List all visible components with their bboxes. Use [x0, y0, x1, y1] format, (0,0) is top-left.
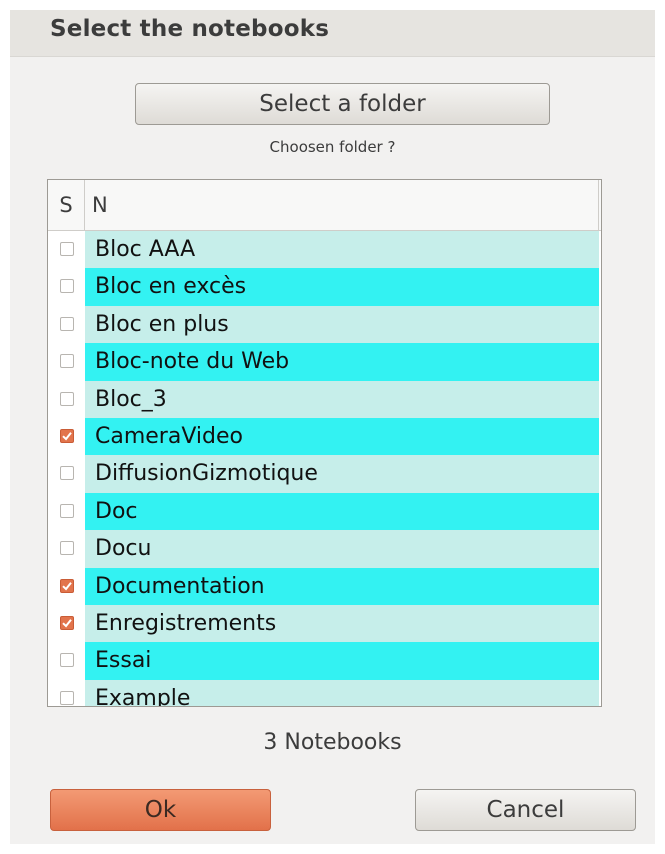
notebook-name: Bloc AAA — [95, 237, 196, 262]
notebook-list[interactable]: S N Bloc AAA Bloc en excès Bloc en plus Blo… — [47, 179, 602, 707]
notebook-name-cell[interactable]: Bloc en excès — [85, 268, 599, 306]
select-checkbox[interactable] — [60, 354, 74, 369]
ok-button[interactable]: Ok — [50, 789, 271, 831]
notebook-name: Doc — [95, 498, 138, 524]
notebook-name: Bloc en plus — [95, 311, 229, 337]
notebook-name: Enregistrements — [95, 610, 277, 636]
notebook-name: Essai — [95, 648, 152, 674]
notebook-name-cell[interactable]: Essai — [85, 642, 599, 680]
notebook-name: Bloc_3 — [95, 386, 167, 412]
list-item[interactable]: Docu — [48, 530, 601, 568]
notebook-name: Documentation — [95, 573, 265, 599]
notebook-name: Docu — [95, 536, 152, 562]
select-checkbox[interactable] — [60, 316, 74, 331]
notebook-count: 3 Notebooks — [263, 730, 402, 755]
cancel-button[interactable]: Cancel — [415, 789, 636, 831]
header-divider — [598, 180, 599, 230]
notebook-name: CameraVideo — [95, 423, 243, 449]
list-item[interactable]: Bloc en plus — [48, 305, 601, 344]
checkmark-icon — [62, 581, 72, 590]
select-checkbox[interactable] — [60, 428, 74, 443]
list-item[interactable]: Example — [48, 679, 601, 707]
list-header: S N — [48, 180, 601, 231]
list-item[interactable]: Doc — [48, 492, 601, 531]
notebook-name-cell[interactable]: Bloc AAA — [85, 231, 599, 269]
list-item[interactable]: Enregistrements — [48, 604, 601, 643]
list-item[interactable]: Bloc en excès — [48, 268, 601, 306]
notebook-name-cell[interactable]: Bloc-note du Web — [85, 343, 599, 381]
select-checkbox[interactable] — [60, 690, 74, 705]
list-item[interactable]: CameraVideo — [48, 417, 601, 456]
list-item[interactable]: Bloc-note du Web — [48, 343, 601, 381]
notebook-name: Example — [95, 685, 191, 707]
select-checkbox[interactable] — [60, 503, 74, 518]
list-item[interactable]: DiffusionGizmotique — [48, 455, 601, 493]
notebook-name-cell[interactable]: Docu — [85, 530, 599, 568]
select-folder-button[interactable]: Select a folder — [135, 83, 550, 125]
scrollbar-indicator[interactable] — [601, 303, 602, 358]
list-item[interactable]: Documentation — [48, 567, 601, 605]
chosen-folder-label: Choosen folder ? — [269, 138, 396, 156]
notebook-name-cell[interactable]: Example — [85, 679, 599, 707]
notebook-name-cell[interactable]: DiffusionGizmotique — [85, 455, 599, 493]
notebook-name: Bloc-note du Web — [95, 349, 290, 375]
select-checkbox[interactable] — [60, 578, 74, 593]
column-header-name[interactable]: N — [92, 180, 562, 230]
select-checkbox[interactable] — [60, 653, 74, 668]
notebook-name-cell[interactable]: Doc — [85, 492, 599, 531]
list-rows: Bloc AAA Bloc en excès Bloc en plus Bloc-no… — [48, 231, 601, 707]
select-notebooks-dialog: Select the notebooks Select a folder Cho… — [10, 10, 655, 844]
title-bar[interactable]: Select the notebooks — [10, 10, 655, 57]
select-checkbox[interactable] — [60, 279, 74, 294]
list-item[interactable]: Essai — [48, 642, 601, 680]
notebook-name-cell[interactable]: Enregistrements — [85, 604, 599, 643]
notebook-name-cell[interactable]: Documentation — [85, 567, 599, 605]
checkmark-icon — [62, 619, 72, 628]
column-header-select[interactable]: S — [48, 180, 85, 230]
select-checkbox[interactable] — [60, 466, 74, 481]
notebook-name-cell[interactable]: Bloc_3 — [85, 380, 599, 418]
select-checkbox[interactable] — [60, 615, 74, 630]
notebook-name: Bloc en excès — [95, 274, 247, 300]
select-checkbox[interactable] — [60, 242, 74, 256]
notebook-name-cell[interactable]: CameraVideo — [85, 417, 599, 456]
notebook-name-cell[interactable]: Bloc en plus — [85, 305, 599, 344]
select-checkbox[interactable] — [60, 541, 74, 556]
notebook-name: DiffusionGizmotique — [95, 461, 318, 487]
select-checkbox[interactable] — [60, 391, 74, 406]
checkmark-icon — [62, 432, 72, 441]
list-item[interactable]: Bloc AAA — [48, 231, 601, 269]
dialog-title: Select the notebooks — [50, 16, 330, 42]
list-item[interactable]: Bloc_3 — [48, 380, 601, 418]
